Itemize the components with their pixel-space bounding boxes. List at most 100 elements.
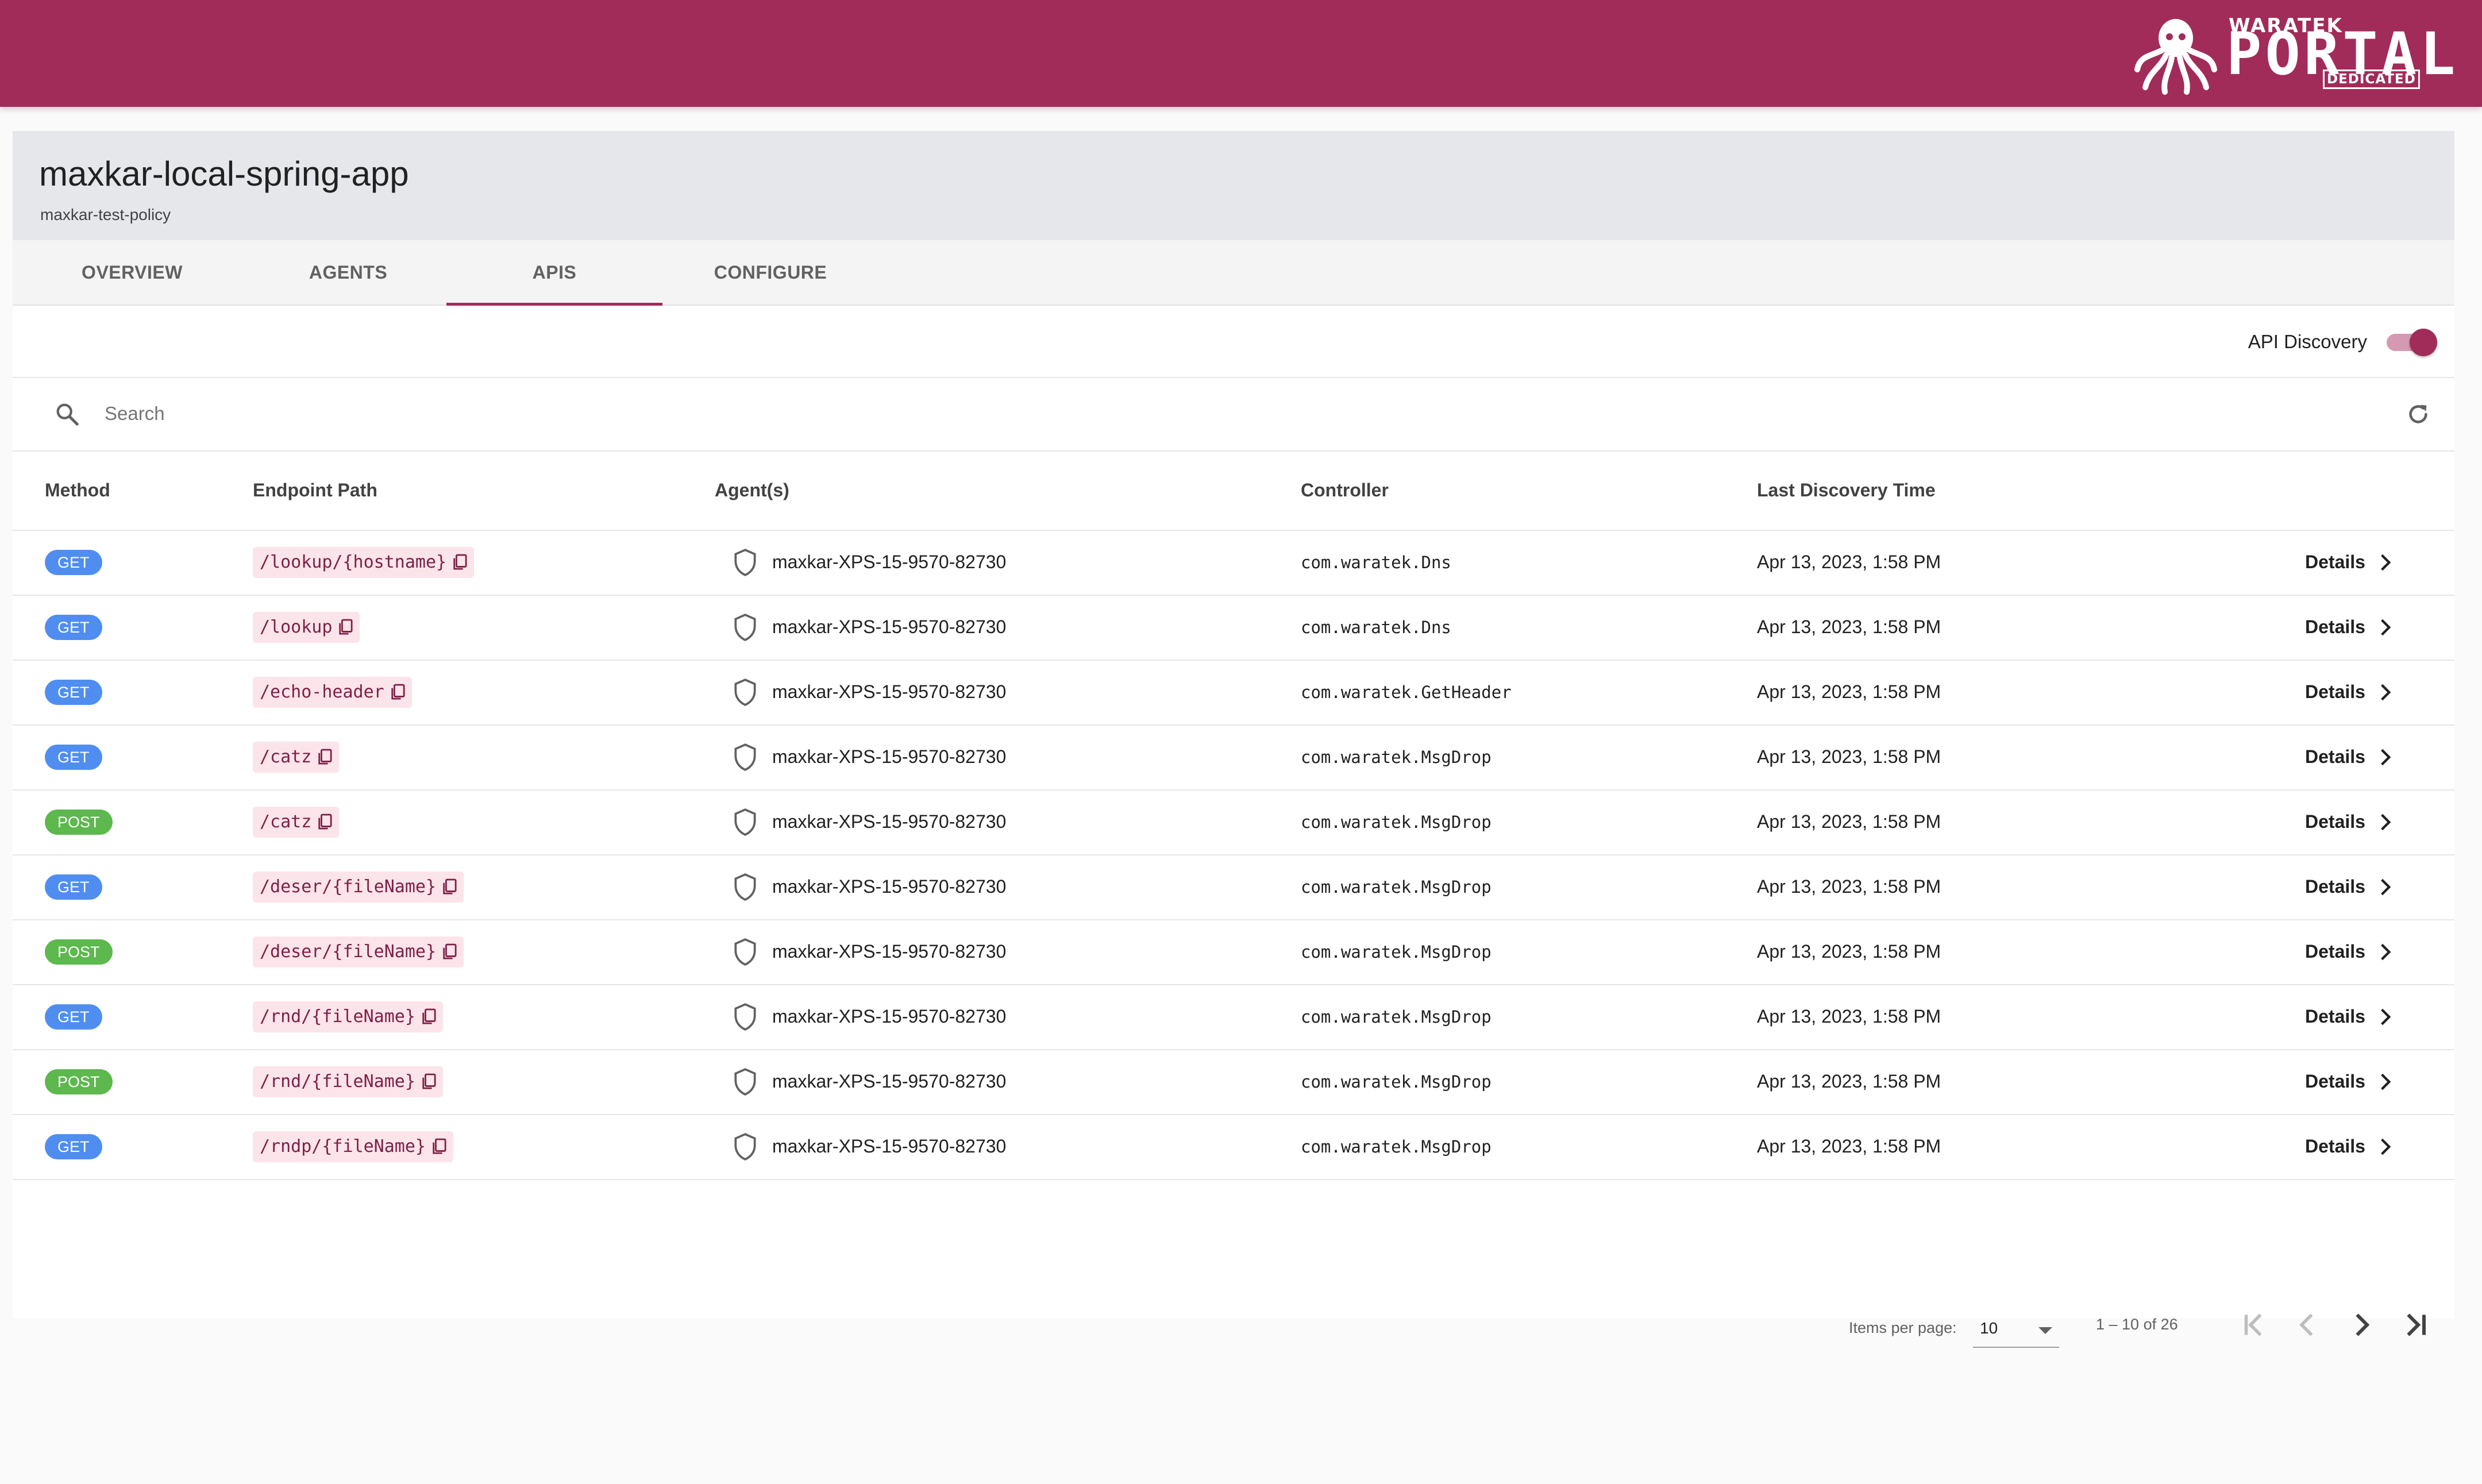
agent-name[interactable]: maxkar-XPS-15-9570-82730 [772, 746, 1006, 768]
copy-icon[interactable] [442, 878, 457, 896]
endpoint-path-chip: /lookup [253, 611, 360, 643]
endpoint-path-text: /deser/{fileName} [260, 877, 437, 897]
tab-apis[interactable]: APIS [446, 240, 662, 306]
table-row[interactable]: GET/echo-header maxkar-XPS-15-9570-82730 c… [13, 660, 2454, 726]
tab-overview[interactable]: OVERVIEW [24, 240, 240, 304]
agent-name[interactable]: maxkar-XPS-15-9570-82730 [772, 811, 1006, 832]
agent-cell: maxkar-XPS-15-9570-82730 [733, 1114, 1006, 1179]
agent-cell: maxkar-XPS-15-9570-82730 [733, 1049, 1006, 1114]
column-agents[interactable]: Agent(s) [715, 450, 789, 530]
dropdown-arrow-icon [2038, 1327, 2052, 1334]
table-row[interactable]: GET/lookup/{hostname} maxkar-XPS-15-9570-… [13, 530, 2454, 596]
controller-name: com.waratek.MsgDrop [1301, 747, 1491, 767]
table-row[interactable]: GET/rndp/{fileName} maxkar-XPS-15-9570-82… [13, 1114, 2454, 1180]
method-cell: GET [45, 1114, 102, 1179]
method-badge: GET [45, 744, 102, 770]
api-discovery-toggle[interactable] [2387, 327, 2437, 356]
endpoint-path-cell: /catz [253, 789, 340, 854]
app-header: maxkar-local-spring-app maxkar-test-poli… [13, 131, 2454, 240]
table-row[interactable]: GET/rnd/{fileName} maxkar-XPS-15-9570-827… [13, 984, 2454, 1050]
chevron-right-icon [2381, 1008, 2391, 1025]
details-cell: Details [2305, 724, 2393, 789]
copy-icon[interactable] [442, 943, 457, 961]
copy-icon[interactable] [317, 749, 332, 766]
endpoint-path-text: /deser/{fileName} [260, 942, 437, 962]
details-button[interactable]: Details [2305, 746, 2393, 768]
shield-icon [734, 548, 756, 576]
shield-icon [734, 873, 756, 901]
controller-name: com.waratek.Dns [1301, 552, 1451, 572]
shield-icon [734, 938, 756, 966]
agent-name[interactable]: maxkar-XPS-15-9570-82730 [772, 876, 1006, 897]
column-controller[interactable]: Controller [1301, 450, 1389, 530]
table-row[interactable]: GET/lookup maxkar-XPS-15-9570-82730 com.wa… [13, 595, 2454, 661]
refresh-icon[interactable] [2405, 401, 2431, 427]
last-discovery-time-cell: Apr 13, 2023, 1:58 PM [1757, 724, 1941, 789]
details-button[interactable]: Details [2305, 941, 2393, 962]
details-button[interactable]: Details [2305, 681, 2393, 703]
copy-icon[interactable] [421, 1073, 436, 1090]
agent-name[interactable]: maxkar-XPS-15-9570-82730 [772, 616, 1006, 638]
details-cell: Details [2305, 530, 2393, 595]
previous-page-icon[interactable] [2290, 1308, 2325, 1342]
method-cell: GET [45, 724, 102, 789]
table-row[interactable]: POST/rnd/{fileName} maxkar-XPS-15-9570-82… [13, 1049, 2454, 1115]
apis-card: maxkar-local-spring-app maxkar-test-poli… [13, 131, 2454, 1348]
details-label: Details [2305, 552, 2365, 572]
details-button[interactable]: Details [2305, 552, 2393, 573]
last-discovery-time: Apr 13, 2023, 1:58 PM [1757, 811, 1941, 832]
copy-icon[interactable] [338, 619, 353, 636]
agent-name[interactable]: maxkar-XPS-15-9570-82730 [772, 1006, 1006, 1027]
method-cell: GET [45, 595, 102, 660]
table-row[interactable]: POST/deser/{fileName} maxkar-XPS-15-9570-… [13, 919, 2454, 985]
copy-icon[interactable] [421, 1008, 436, 1026]
table-row[interactable]: GET/deser/{fileName} maxkar-XPS-15-9570-8… [13, 854, 2454, 920]
method-badge: POST [45, 1069, 113, 1094]
details-button[interactable]: Details [2305, 811, 2393, 832]
column-last-discovery-time[interactable]: Last Discovery Time [1757, 450, 1936, 530]
agent-name[interactable]: maxkar-XPS-15-9570-82730 [772, 941, 1006, 962]
agent-name[interactable]: maxkar-XPS-15-9570-82730 [772, 681, 1006, 703]
details-button[interactable]: Details [2305, 876, 2393, 897]
controller-cell: com.waratek.MsgDrop [1301, 1049, 1491, 1114]
search-input[interactable] [103, 399, 2289, 429]
table-row[interactable]: POST/catz maxkar-XPS-15-9570-82730 com.war… [13, 789, 2454, 855]
page-size-select[interactable]: 10 [1973, 1313, 2059, 1348]
endpoint-path-text: /lookup [260, 617, 333, 637]
endpoint-path-cell: /lookup/{hostname} [253, 530, 475, 595]
copy-icon[interactable] [452, 554, 467, 571]
table-row[interactable]: GET/catz maxkar-XPS-15-9570-82730 com.wara… [13, 724, 2454, 791]
controller-cell: com.waratek.Dns [1301, 595, 1451, 660]
last-discovery-time-cell: Apr 13, 2023, 1:58 PM [1757, 595, 1941, 660]
endpoint-path-cell: /deser/{fileName} [253, 919, 464, 984]
agent-name[interactable]: maxkar-XPS-15-9570-82730 [772, 1071, 1006, 1092]
chevron-right-icon [2381, 878, 2391, 895]
column-endpoint-path[interactable]: Endpoint Path [253, 450, 377, 530]
chevron-right-icon [2381, 684, 2391, 700]
controller-name: com.waratek.MsgDrop [1301, 1007, 1491, 1027]
next-page-icon[interactable] [2344, 1308, 2379, 1342]
endpoint-path-chip: /deser/{fileName} [253, 936, 464, 968]
controller-cell: com.waratek.MsgDrop [1301, 919, 1491, 984]
agent-name[interactable]: maxkar-XPS-15-9570-82730 [772, 1136, 1006, 1157]
column-method[interactable]: Method [45, 450, 110, 530]
copy-icon[interactable] [317, 814, 332, 831]
controller-cell: com.waratek.MsgDrop [1301, 984, 1491, 1049]
details-button[interactable]: Details [2305, 616, 2393, 638]
chevron-right-icon [2381, 943, 2391, 960]
controller-cell: com.waratek.GetHeader [1301, 660, 1512, 724]
last-page-icon[interactable] [2398, 1308, 2433, 1342]
details-button[interactable]: Details [2305, 1136, 2393, 1157]
details-button[interactable]: Details [2305, 1006, 2393, 1027]
first-page-icon[interactable] [2236, 1308, 2271, 1342]
agent-cell: maxkar-XPS-15-9570-82730 [733, 595, 1006, 660]
details-label: Details [2305, 941, 2365, 962]
waratek-portal-logo[interactable]: WARATEK PORTAL DEDICATED [2133, 11, 2455, 98]
agent-name[interactable]: maxkar-XPS-15-9570-82730 [772, 552, 1006, 573]
tab-configure[interactable]: CONFIGURE [662, 240, 878, 304]
copy-icon[interactable] [390, 684, 405, 701]
tab-agents[interactable]: AGENTS [240, 240, 456, 304]
details-label: Details [2305, 1006, 2365, 1027]
details-button[interactable]: Details [2305, 1071, 2393, 1092]
copy-icon[interactable] [431, 1138, 446, 1155]
